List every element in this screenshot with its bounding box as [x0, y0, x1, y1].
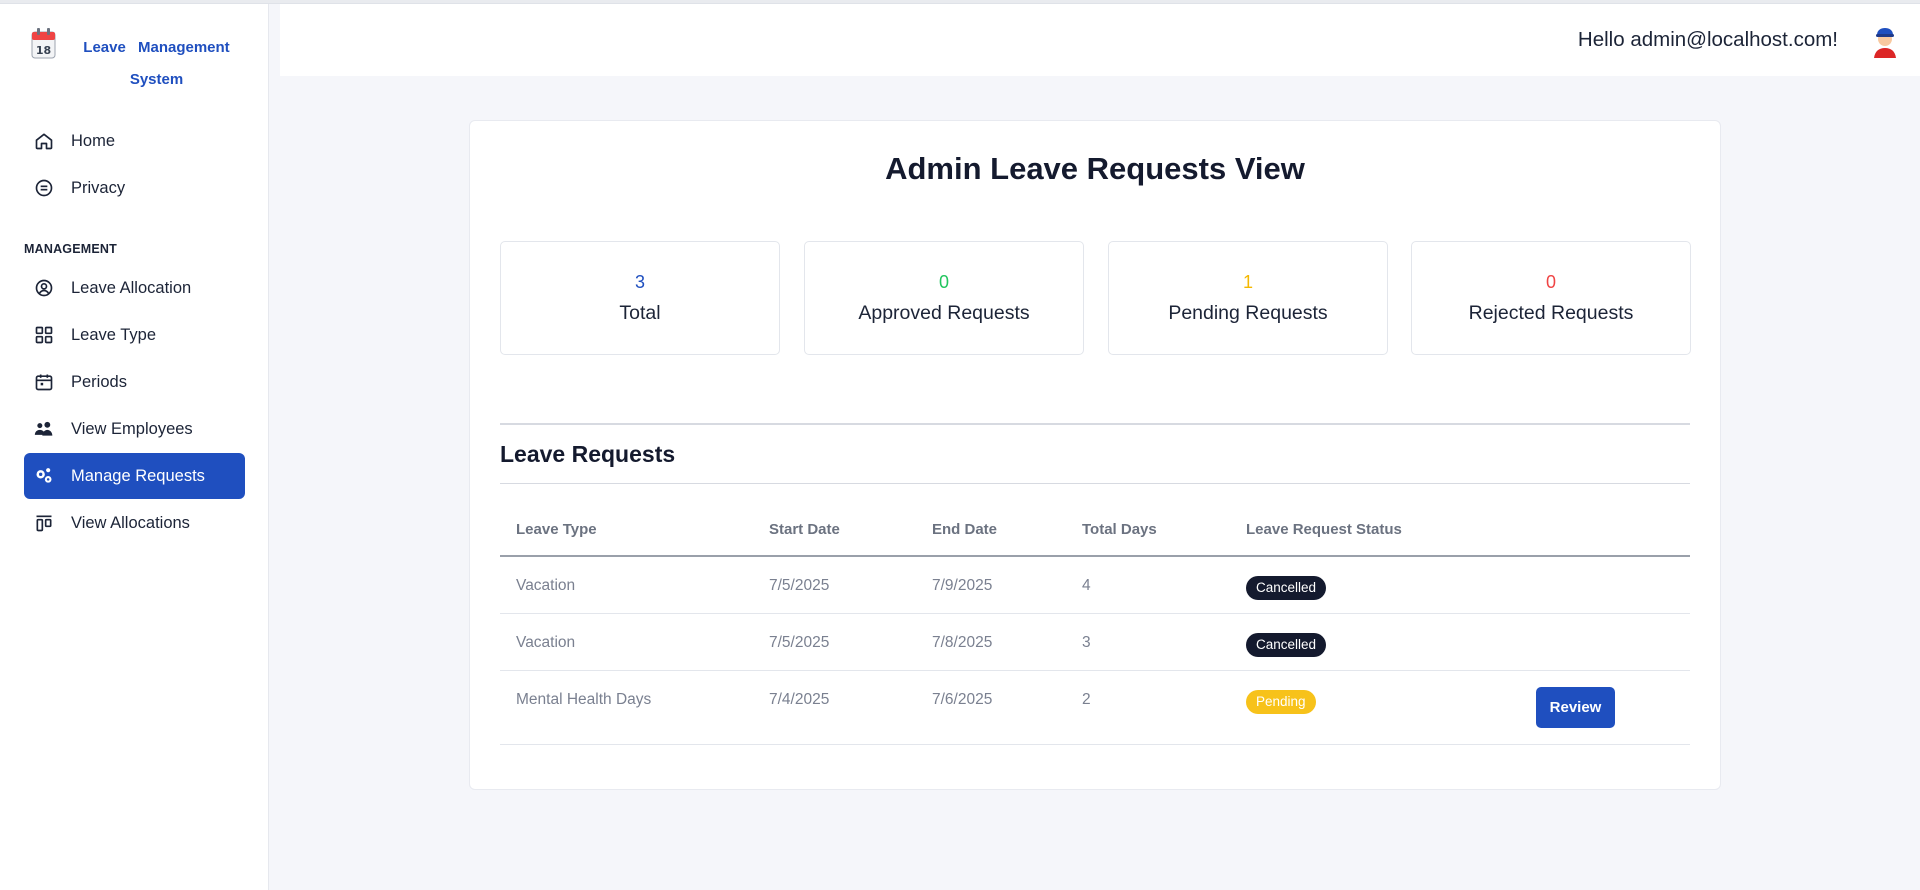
section-title: Leave Requests [500, 441, 676, 467]
nav-item-home[interactable]: Home [24, 118, 245, 164]
nav-item-privacy[interactable]: Privacy [24, 165, 245, 211]
leave-requests-card: Admin Leave Requests View 3 Total 0 Appr… [469, 120, 1721, 790]
stat-pending-value: 1 [1242, 272, 1253, 292]
column-header-leave-type[interactable]: Leave Type [516, 521, 597, 538]
nav-item-periods[interactable]: Periods [24, 359, 245, 405]
stat-total: 3 Total [500, 241, 780, 355]
column-header-total-days[interactable]: Total Days [1082, 521, 1157, 538]
home-icon [33, 130, 55, 152]
column-header-status[interactable]: Leave Request Status [1246, 521, 1402, 538]
nav-label-manage-requests: Manage Requests [71, 466, 205, 485]
brand[interactable]: 18 Leave Management System [28, 26, 238, 90]
nav-item-view-allocations[interactable]: View Allocations [24, 500, 245, 546]
nav-item-view-employees[interactable]: View Employees [24, 406, 245, 452]
table-row: Mental Health Days 7/4/2025 7/6/2025 2 P… [500, 671, 1690, 745]
status-badge: Cancelled [1246, 633, 1327, 657]
brand-name: Leave Management System [83, 39, 230, 88]
stat-total-label: Total [619, 302, 661, 324]
cell-leave-type: Vacation [516, 577, 576, 594]
column-header-start-date[interactable]: Start Date [769, 521, 840, 538]
stat-rejected-label: Rejected Requests [1468, 302, 1634, 324]
user-greeting: Hello admin@localhost.com! [1577, 28, 1838, 51]
nav-label-leave-type: Leave Type [71, 325, 157, 344]
review-button[interactable]: Review [1536, 687, 1615, 728]
leave-requests-table: Leave Type Start Date End Date Total Day… [500, 501, 1690, 745]
management-section-label: MANAGEMENT [24, 242, 117, 256]
table-header-row: Leave Type Start Date End Date Total Day… [500, 501, 1690, 557]
calendar-icon [33, 371, 55, 393]
nav-label-privacy: Privacy [71, 178, 126, 197]
divider [500, 423, 1690, 425]
nav-item-manage-requests[interactable]: Manage Requests [24, 453, 245, 499]
stat-rejected: 0 Rejected Requests [1411, 241, 1691, 355]
divider [500, 483, 1690, 484]
table-row: Vacation 7/5/2025 7/9/2025 4 Cancelled [500, 557, 1690, 614]
calendar-logo-icon: 18 [30, 26, 58, 60]
grid-icon [33, 324, 55, 346]
cell-end-date: 7/6/2025 [932, 691, 993, 708]
stat-approved-value: 0 [938, 272, 949, 292]
nav-label-periods: Periods [71, 372, 127, 391]
privacy-icon [33, 177, 55, 199]
nav-item-leave-type[interactable]: Leave Type [24, 312, 245, 358]
stat-total-value: 3 [634, 272, 645, 292]
cell-total-days: 4 [1082, 577, 1091, 594]
stat-pending-label: Pending Requests [1168, 302, 1328, 324]
stat-pending: 1 Pending Requests [1108, 241, 1388, 355]
cell-start-date: 7/4/2025 [769, 691, 830, 708]
cell-total-days: 2 [1082, 691, 1091, 708]
nav-label-home: Home [71, 131, 116, 150]
page-title: Admin Leave Requests View [885, 151, 1305, 186]
cell-start-date: 7/5/2025 [769, 634, 830, 651]
nav-item-leave-allocation[interactable]: Leave Allocation [24, 265, 245, 311]
table-row: Vacation 7/5/2025 7/8/2025 3 Cancelled [500, 614, 1690, 671]
cell-end-date: 7/9/2025 [932, 577, 993, 594]
user-circle-icon [33, 277, 55, 299]
allocations-icon [33, 512, 55, 534]
svg-text:18: 18 [36, 44, 51, 57]
stat-rejected-value: 0 [1545, 272, 1556, 292]
cell-total-days: 3 [1082, 634, 1091, 651]
stat-approved: 0 Approved Requests [804, 241, 1084, 355]
avatar[interactable] [1866, 22, 1904, 60]
cell-end-date: 7/8/2025 [932, 634, 993, 651]
avatar-icon [1866, 22, 1904, 60]
cell-start-date: 7/5/2025 [769, 577, 830, 594]
sidebar: 18 Leave Management System Home Privacy … [0, 4, 269, 890]
cell-leave-type: Vacation [516, 634, 576, 651]
cell-leave-type: Mental Health Days [516, 691, 652, 708]
nav-label-leave-allocation: Leave Allocation [71, 278, 192, 297]
nav-label-view-employees: View Employees [71, 419, 193, 438]
stat-approved-label: Approved Requests [858, 302, 1030, 324]
users-icon [33, 418, 55, 440]
gears-icon [33, 465, 55, 487]
top-header: Hello admin@localhost.com! [280, 4, 1920, 76]
nav-label-view-allocations: View Allocations [71, 513, 190, 532]
column-header-end-date[interactable]: End Date [932, 521, 997, 538]
status-badge: Pending [1246, 690, 1316, 714]
status-badge: Cancelled [1246, 576, 1327, 600]
